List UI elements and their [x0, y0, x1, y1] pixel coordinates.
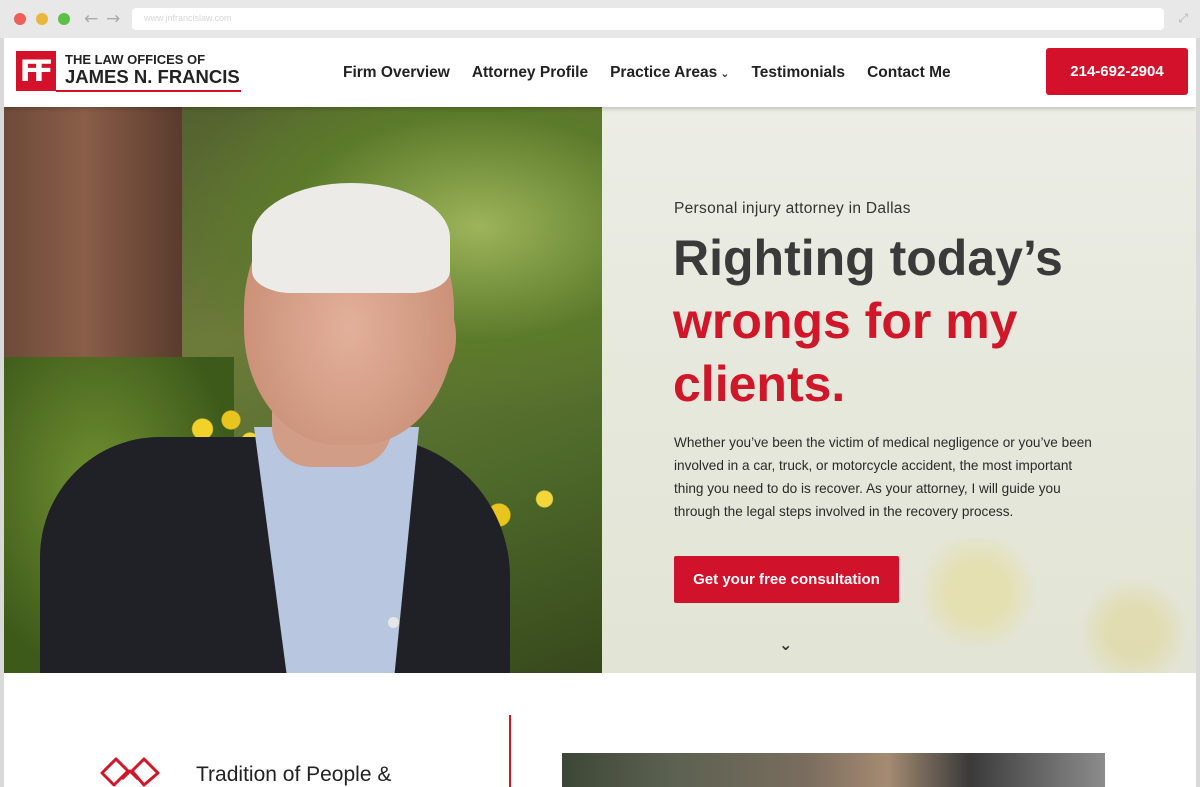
logo-line-1: THE LAW OFFICES OF [65, 52, 206, 67]
logo-mark: FF [16, 51, 56, 91]
office-photo [562, 753, 1105, 787]
logo-underline [56, 90, 241, 92]
hero-title-highlight: wrongs for my clients. [673, 293, 1018, 412]
attorney-photo [4, 107, 602, 673]
tradition-heading: Tradition of People & [196, 763, 392, 786]
browser-chrome: ← → www.jnfrancislaw.com ⤢ [0, 0, 1200, 38]
photo-shirt-button [388, 617, 399, 628]
free-consultation-button[interactable]: Get your free consultation [674, 556, 899, 603]
nav-practice-areas-label: Practice Areas [610, 64, 718, 81]
chevron-down-icon[interactable]: ⌄ [779, 635, 792, 654]
expand-icon[interactable]: ⤢ [1178, 11, 1188, 26]
nav-firm-overview[interactable]: Firm Overview [343, 62, 450, 84]
arrow-left-icon[interactable]: ← [84, 9, 98, 29]
page-viewport: FF THE LAW OFFICES OF JAMES N. FRANCIS F… [4, 38, 1196, 787]
window-maximize-button[interactable] [58, 13, 70, 25]
hero-body: Whether you’ve been the victim of medica… [674, 435, 1092, 519]
hero-eyebrow: Personal injury attorney in Dallas [674, 200, 911, 217]
site-header: FF THE LAW OFFICES OF JAMES N. FRANCIS F… [4, 38, 1196, 107]
arrow-right-icon[interactable]: → [106, 9, 120, 29]
hero-title: Righting today’s wrongs for my clients. [673, 227, 1113, 416]
window-close-button[interactable] [14, 13, 26, 25]
handshake-icon [100, 757, 160, 787]
nav-contact-me[interactable]: Contact Me [867, 62, 951, 84]
phone-button[interactable]: 214-692-2904 [1046, 48, 1188, 95]
main-nav: Firm Overview Attorney Profile Practice … [343, 62, 973, 84]
address-bar-url: www.jnfrancislaw.com [144, 13, 232, 23]
chevron-down-icon: ⌄ [720, 67, 730, 80]
photo-hair [252, 183, 450, 293]
logo-line-2: JAMES N. FRANCIS [65, 66, 240, 87]
section-divider [509, 715, 511, 787]
site-logo[interactable]: FF THE LAW OFFICES OF JAMES N. FRANCIS [16, 51, 242, 93]
hero-background-flowers [884, 537, 1196, 673]
hero-title-line-1: Righting today’s [673, 230, 1063, 286]
nav-practice-areas[interactable]: Practice Areas ⌄ [610, 62, 729, 84]
window-minimize-button[interactable] [36, 13, 48, 25]
nav-testimonials[interactable]: Testimonials [751, 62, 845, 84]
tradition-section: Tradition of People & [4, 673, 1196, 787]
hero: Personal injury attorney in Dallas Right… [4, 107, 1196, 673]
nav-attorney-profile[interactable]: Attorney Profile [472, 62, 588, 84]
address-bar[interactable]: www.jnfrancislaw.com [132, 8, 1164, 30]
